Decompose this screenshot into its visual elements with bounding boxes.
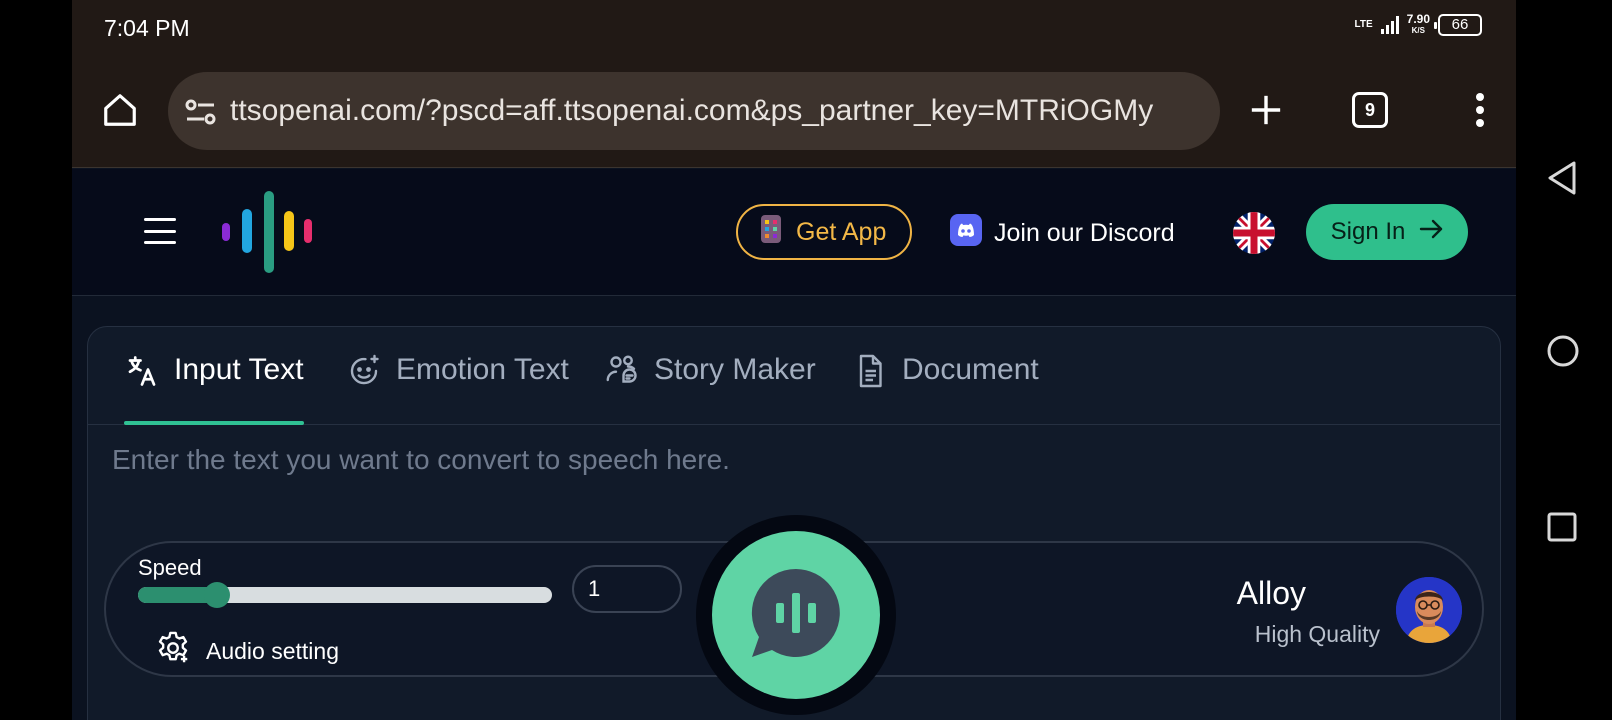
language-flag-icon[interactable] <box>1233 212 1275 254</box>
translate-icon <box>124 353 160 397</box>
tab-label: Document <box>902 353 1039 386</box>
system-nav-bar <box>1516 0 1612 720</box>
get-app-button[interactable]: Get App <box>736 204 912 260</box>
home-circle-icon[interactable] <box>1546 334 1580 373</box>
tab-input-text[interactable]: Input Text <box>124 353 304 425</box>
speed-slider-thumb[interactable] <box>204 582 230 608</box>
tab-document[interactable]: Document <box>852 353 1039 425</box>
speed-slider[interactable] <box>138 582 552 608</box>
tab-label: Input Text <box>174 353 304 386</box>
speech-bubble-icon <box>748 565 844 666</box>
speed-label: Speed <box>138 555 202 580</box>
site-settings-icon[interactable] <box>184 97 218 127</box>
arrow-right-icon <box>1419 218 1443 246</box>
tab-label: Emotion Text <box>396 353 569 386</box>
get-app-label: Get App <box>796 217 887 246</box>
new-tab-icon[interactable] <box>1244 88 1288 132</box>
voice-name[interactable]: Alloy <box>1237 575 1306 612</box>
emotion-sparkle-icon <box>346 353 382 397</box>
hamburger-menu-icon[interactable] <box>144 218 176 244</box>
tab-emotion-text[interactable]: Emotion Text <box>346 353 569 425</box>
speech-text-input[interactable] <box>112 440 1472 480</box>
phone-app-icon <box>760 214 782 251</box>
url-text[interactable]: ttsopenai.com/?pscd=aff.ttsopenai.com&ps… <box>230 94 1210 128</box>
voice-quality: High Quality <box>1254 621 1380 647</box>
network-speed-value: 7.90 <box>1406 12 1430 26</box>
back-icon[interactable] <box>1546 160 1578 201</box>
tab-switcher-button[interactable]: 9 <box>1352 92 1388 128</box>
audio-setting-button[interactable]: Audio setting <box>154 629 339 673</box>
users-chat-icon <box>604 353 640 397</box>
tts-card: Input Text Emotion Text Story Maker Docu… <box>87 326 1501 720</box>
recents-icon[interactable] <box>1546 511 1578 548</box>
network-speed-unit: K/S <box>1411 26 1425 35</box>
site-header: Get App Join our Discord Sign In <box>72 169 1516 296</box>
tab-label: Story Maker <box>654 353 816 386</box>
tab-story-maker[interactable]: Story Maker <box>604 353 816 425</box>
voice-avatar[interactable] <box>1396 577 1462 643</box>
audio-setting-label: Audio setting <box>206 637 339 664</box>
mode-tabs: Input Text Emotion Text Story Maker Docu… <box>88 327 1500 425</box>
discord-icon <box>950 214 982 253</box>
address-bar[interactable]: ttsopenai.com/?pscd=aff.ttsopenai.com&ps… <box>168 72 1220 150</box>
discord-link[interactable]: Join our Discord <box>950 214 1175 253</box>
speed-value-input[interactable]: 1 <box>572 565 682 613</box>
clock: 7:04 PM <box>104 15 190 41</box>
browser-toolbar: ttsopenai.com/?pscd=aff.ttsopenai.com&ps… <box>72 56 1516 168</box>
generate-button-ring <box>696 515 896 715</box>
generate-speech-button[interactable] <box>712 531 880 699</box>
phone-screen: 7:04 PM LTE 7.90 K/S 66 ttsopenai.com/?p… <box>72 0 1516 720</box>
sign-in-button[interactable]: Sign In <box>1306 204 1468 260</box>
network-type: LTE <box>1354 19 1373 30</box>
discord-label: Join our Discord <box>994 219 1175 247</box>
site-logo[interactable] <box>222 191 312 273</box>
document-icon <box>852 353 888 397</box>
more-menu-icon[interactable] <box>1462 88 1498 132</box>
battery-icon: 66 <box>1434 14 1482 36</box>
sign-in-label: Sign In <box>1330 218 1406 245</box>
network-speed: 7.90 K/S <box>1406 12 1430 36</box>
gear-sparkle-icon <box>154 629 192 673</box>
home-icon[interactable] <box>98 88 142 132</box>
status-bar: 7:04 PM LTE 7.90 K/S 66 <box>72 0 1516 56</box>
status-indicators: LTE 7.90 K/S 66 <box>1354 12 1482 36</box>
signal-icon <box>1380 16 1399 34</box>
